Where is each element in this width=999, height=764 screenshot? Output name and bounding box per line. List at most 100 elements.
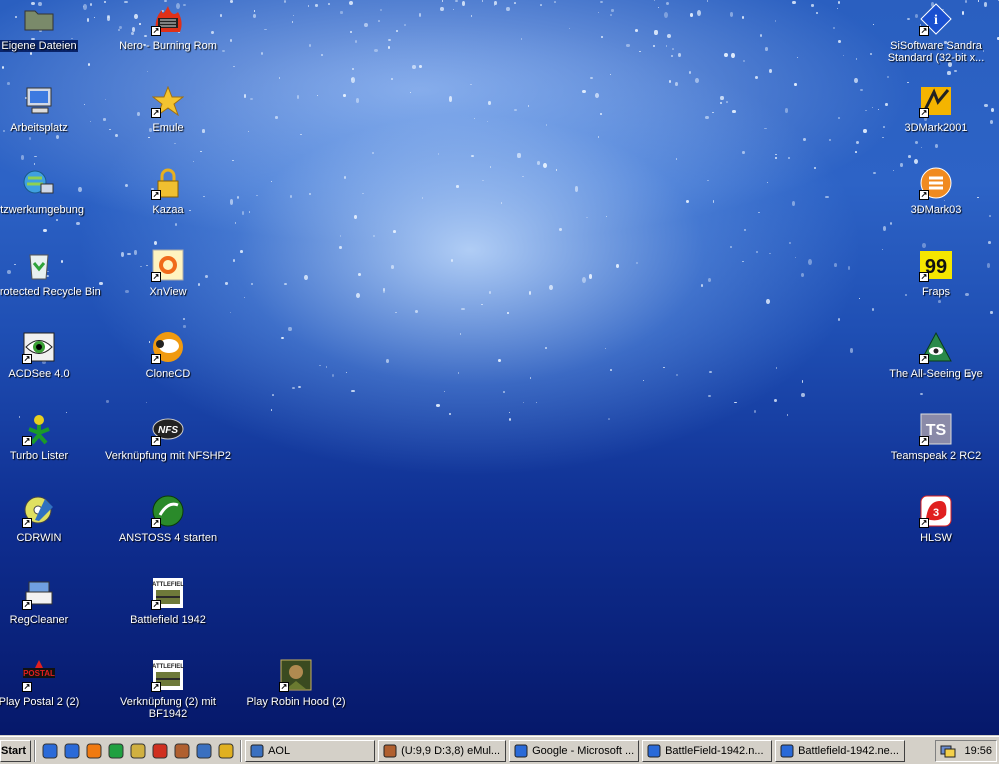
shortcut-arrow-icon: ↗ (919, 436, 929, 446)
desktop-icon-label: Battlefield 1942 (130, 614, 206, 626)
folder-icon[interactable] (129, 742, 147, 760)
desktop-icon-label: Kazaa (152, 204, 184, 216)
green-figure-icon: ↗ (22, 412, 56, 446)
desktop-icon[interactable]: ↗ Play Robin Hood (2) (232, 658, 360, 736)
desktop-icon[interactable]: etzwerkumgebung (0, 166, 103, 244)
clock[interactable]: 19:56 (964, 745, 992, 757)
desktop-icon[interactable]: ↗ Turbo Lister (0, 412, 103, 490)
desktop-icon-label: CDRWIN (16, 532, 62, 544)
desktop-icon[interactable]: BATTLEFIELD ↗ Battlefield 1942 (104, 576, 232, 654)
fraps-icon: 99 ↗ (919, 248, 953, 282)
desktop-icon-label: HLSW (920, 532, 952, 544)
svg-text:3: 3 (933, 507, 939, 519)
ie-icon (780, 744, 794, 757)
desktop-icon[interactable]: i ↗ SiSoftware Sandra Standard (32-bit x..… (872, 2, 999, 80)
desktop-icon[interactable]: ↗ Nero - Burning Rom (104, 2, 232, 80)
shortcut-arrow-icon: ↗ (22, 354, 32, 364)
ie-icon[interactable] (41, 742, 59, 760)
desktop-icon[interactable]: ↗ ACDSee 4.0 (0, 330, 103, 408)
ie-icon (647, 744, 661, 757)
taskbar-task-button[interactable]: AOL (245, 739, 376, 762)
emule-icon[interactable] (173, 742, 191, 760)
desktop-icon-label: Verknüpfung (2) mit BF1942 (120, 696, 216, 720)
network-tray-icon[interactable] (940, 744, 956, 758)
clonecd-icon[interactable] (217, 742, 235, 760)
task-buttons: AOL (U:9,9 D:3,8) eMul... Google - Microso… (245, 739, 908, 762)
desktop-icon-label: Eigene Dateien (0, 40, 78, 52)
taskbar-task-button[interactable]: Battlefield-1942.ne... (775, 739, 906, 762)
task-label: (U:9,9 D:3,8) eMul... (401, 744, 501, 757)
svg-text:NFS: NFS (158, 425, 178, 436)
shortcut-arrow-icon: ↗ (279, 682, 289, 692)
desktop-icon-label: Teamspeak 2 RC2 (890, 450, 982, 462)
desktop-icon[interactable]: POSTAL ↗ Play Postal 2 (2) (0, 658, 103, 736)
shortcut-arrow-icon: ↗ (151, 272, 161, 282)
desktop-icon[interactable]: ↗ 3DMark03 (872, 166, 999, 244)
desktop-background: Eigene Dateien Arbeitsplatz etzwerkumgebun… (0, 0, 999, 736)
desktop-icon[interactable]: 99 ↗ Fraps (872, 248, 999, 326)
folder-icon (22, 2, 56, 36)
desktop-icon[interactable]: ↗ CDRWIN (0, 494, 103, 572)
taskbar-separator (34, 739, 37, 762)
aol-icon[interactable] (195, 742, 213, 760)
desktop-icon[interactable]: BATTLEFIELD ↗ Verknüpfung (2) mit BF1942 (104, 658, 232, 736)
cd-icon: ↗ (22, 494, 56, 528)
svg-text:BATTLEFIELD: BATTLEFIELD (152, 664, 184, 670)
desktop-icon-label: CloneCD (145, 368, 191, 380)
shortcut-arrow-icon: ↗ (151, 600, 161, 610)
desktop-icon[interactable]: NFS ↗ Verknüpfung mit NFSHP2 (104, 412, 232, 490)
desktop-icon[interactable]: Arbeitsplatz (0, 84, 103, 162)
registry-icon: ↗ (22, 576, 56, 610)
desktop-icon[interactable]: ↗ XnView (104, 248, 232, 326)
recycle-bin-icon (22, 248, 56, 282)
eye-icon: ↗ (22, 330, 56, 364)
3dmark03-icon: ↗ (919, 166, 953, 200)
desktop-icon[interactable]: ↗ Kazaa (104, 166, 232, 244)
start-button[interactable]: Start (0, 739, 32, 762)
shortcut-arrow-icon: ↗ (151, 518, 161, 528)
desktop-icon[interactable]: ↗ Emule (104, 84, 232, 162)
desktop-icon-label: XnView (149, 286, 187, 298)
desktop-icon[interactable]: 3 ↗ HLSW (872, 494, 999, 572)
hlsw-icon: 3 ↗ (919, 494, 953, 528)
shortcut-arrow-icon: ↗ (919, 190, 929, 200)
sheep-icon: ↗ (151, 330, 185, 364)
robin-hood-icon: ↗ (279, 658, 313, 692)
task-label: Google - Microsoft ... (532, 744, 635, 757)
task-label: Battlefield-1942.ne... (798, 744, 899, 757)
desktop-icon[interactable]: ↗ 3DMark2001 (872, 84, 999, 162)
svg-text:POSTAL: POSTAL (23, 669, 55, 678)
desktop-icon-label: Play Robin Hood (2) (246, 696, 346, 708)
desktop-icon[interactable]: TS ↗ Teamspeak 2 RC2 (872, 412, 999, 490)
taskbar-task-button[interactable]: Google - Microsoft ... (509, 739, 640, 762)
winamp-icon[interactable] (107, 742, 125, 760)
desktop-icon[interactable]: ↗ The All-Seeing Eye (872, 330, 999, 408)
desktop-icon[interactable]: ↗ RegCleaner (0, 576, 103, 654)
network-icon (22, 166, 56, 200)
media-player-icon[interactable] (85, 742, 103, 760)
nfs-icon: NFS ↗ (151, 412, 185, 446)
ie-icon[interactable] (63, 742, 81, 760)
desktop-icon-label: ANSTOSS 4 starten (118, 532, 218, 544)
shortcut-arrow-icon: ↗ (919, 108, 929, 118)
svg-text:i: i (934, 13, 938, 28)
taskbar-task-button[interactable]: BattleField-1942.n... (642, 739, 773, 762)
desktop-icon[interactable]: ↗ CloneCD (104, 330, 232, 408)
nero-icon[interactable] (151, 742, 169, 760)
quick-launch-bar (39, 742, 237, 760)
shortcut-arrow-icon: ↗ (919, 272, 929, 282)
xnview-icon: ↗ (151, 248, 185, 282)
task-label: AOL (268, 744, 291, 757)
shortcut-arrow-icon: ↗ (22, 436, 32, 446)
teamspeak-icon: TS ↗ (919, 412, 953, 446)
desktop-icon[interactable]: ↗ ANSTOSS 4 starten (104, 494, 232, 572)
shortcut-arrow-icon: ↗ (151, 26, 161, 36)
shortcut-arrow-icon: ↗ (919, 354, 929, 364)
nero-fire-icon: ↗ (151, 2, 185, 36)
taskbar-task-button[interactable]: (U:9,9 D:3,8) eMul... (378, 739, 507, 762)
svg-text:BATTLEFIELD: BATTLEFIELD (152, 582, 184, 588)
desktop-icon[interactable]: on Protected Recycle Bin (0, 248, 103, 326)
desktop-icon-label: ACDSee 4.0 (8, 368, 70, 380)
desktop-icon[interactable]: Eigene Dateien (0, 2, 103, 80)
system-tray: 19:56 (935, 740, 997, 762)
